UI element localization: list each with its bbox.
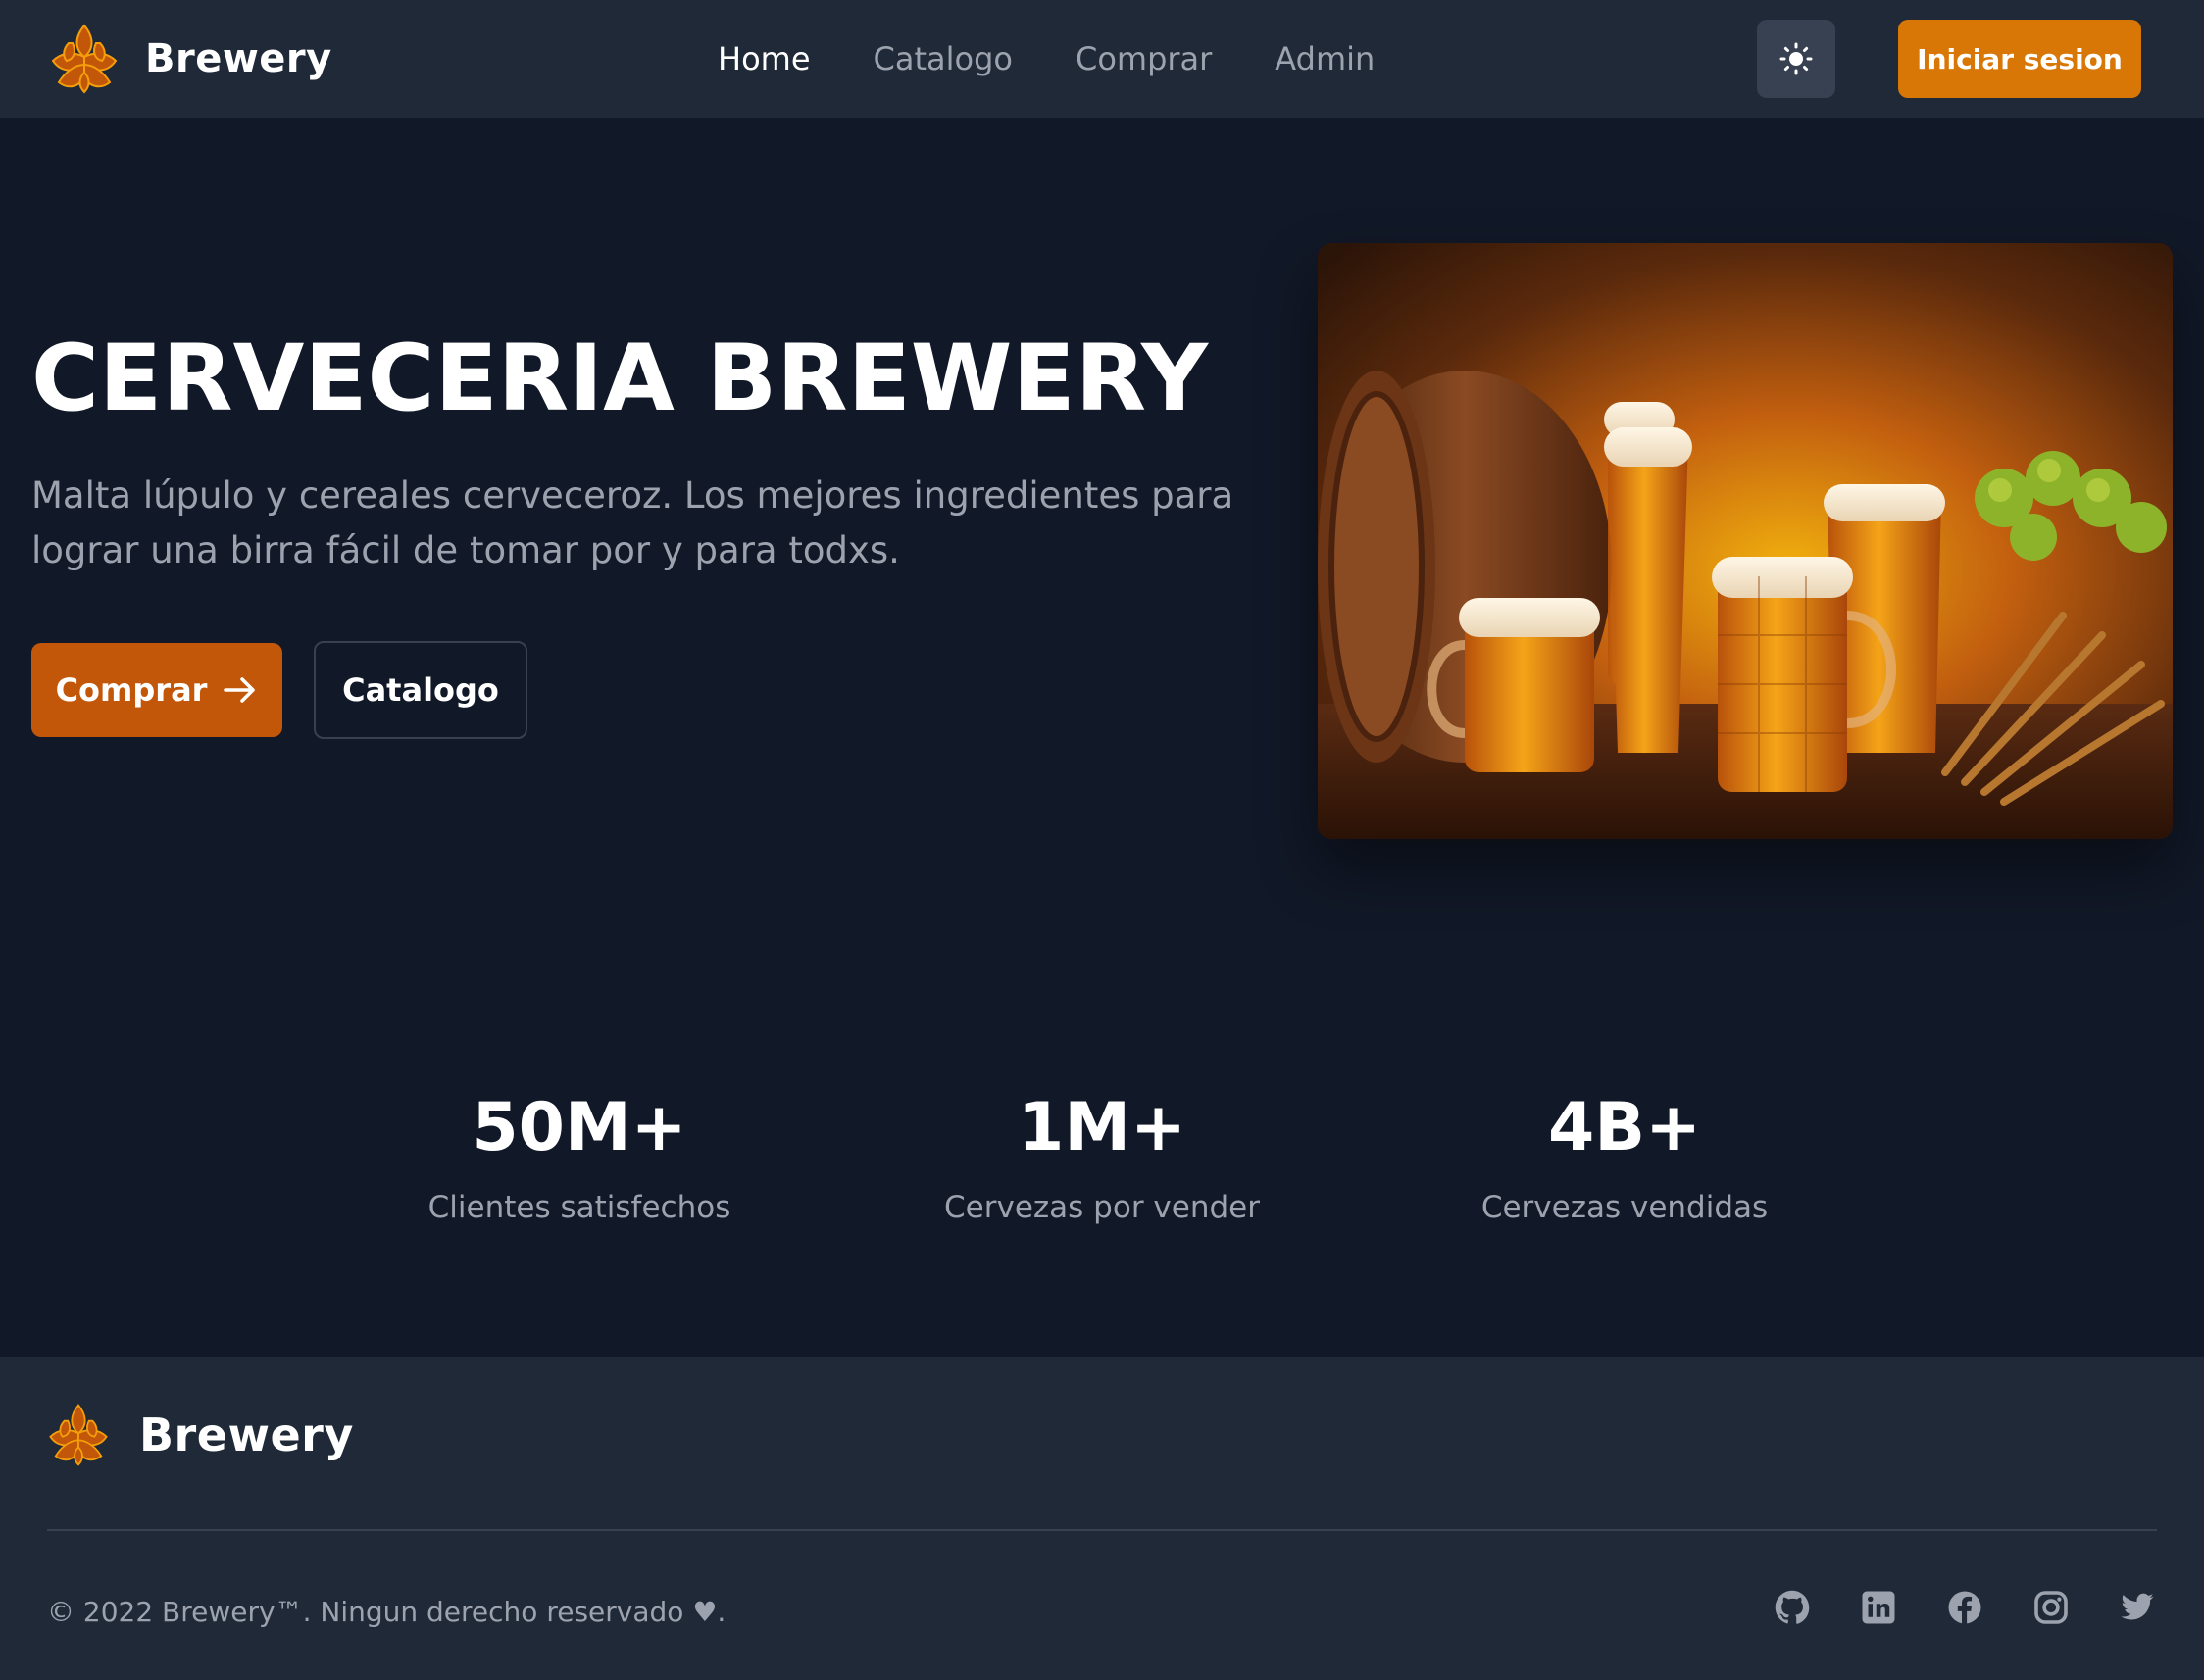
nav-admin[interactable]: Admin (1275, 40, 1375, 77)
social-links (1775, 1590, 2155, 1625)
stat-label: Cervezas vendidas (1480, 1190, 1769, 1225)
main-nav: Home Catalogo Comprar Admin (718, 0, 1375, 118)
stat-clients: 50M+ Clientes satisfechos (374, 1088, 785, 1225)
brand-name: Brewery (145, 36, 332, 81)
hero-title: CERVECERIA BREWERY (31, 325, 1209, 432)
github-icon[interactable] (1775, 1590, 1810, 1625)
hop-logo-icon (49, 1404, 108, 1466)
stat-label: Clientes satisfechos (427, 1190, 731, 1225)
buy-button[interactable]: Comprar (31, 643, 282, 737)
theme-toggle-button[interactable] (1757, 20, 1835, 98)
stat-to-sell: 1M+ Cervezas por vender (896, 1088, 1308, 1225)
linkedin-icon[interactable] (1861, 1590, 1896, 1625)
buy-button-label: Comprar (55, 671, 208, 709)
top-navbar: Brewery Home Catalogo Comprar Admin Inic… (0, 0, 2204, 118)
nav-catalogo[interactable]: Catalogo (874, 40, 1013, 77)
twitter-icon[interactable] (2120, 1590, 2155, 1625)
footer-divider (47, 1529, 2157, 1531)
arrow-right-icon (224, 677, 256, 703)
footer-brand-name: Brewery (139, 1408, 354, 1461)
instagram-icon[interactable] (2033, 1590, 2069, 1625)
stat-sold: 4B+ Cervezas vendidas (1419, 1088, 1830, 1225)
copyright-text: © 2022 Brewery™. Ningun derecho reservad… (47, 1596, 726, 1628)
stat-label: Cervezas por vender (944, 1190, 1260, 1225)
hop-logo-icon (51, 24, 118, 94)
catalog-button[interactable]: Catalogo (314, 641, 527, 739)
facebook-icon[interactable] (1947, 1590, 1982, 1625)
hero-subtitle: Malta lúpulo y cereales cerveceroz. Los … (31, 474, 1234, 571)
footer: Brewery © 2022 Brewery™. Ningun derecho … (0, 1357, 2204, 1680)
hero-beer-image (1318, 243, 2173, 839)
stat-value: 1M+ (1018, 1089, 1186, 1166)
stat-value: 4B+ (1547, 1089, 1702, 1166)
sun-icon (1779, 42, 1813, 75)
login-button[interactable]: Iniciar sesion (1898, 20, 2141, 98)
footer-brand-link[interactable]: Brewery (43, 1402, 354, 1468)
nav-home[interactable]: Home (718, 40, 811, 77)
stat-value: 50M+ (472, 1089, 687, 1166)
nav-comprar[interactable]: Comprar (1076, 40, 1212, 77)
brand-link[interactable]: Brewery (45, 22, 332, 96)
